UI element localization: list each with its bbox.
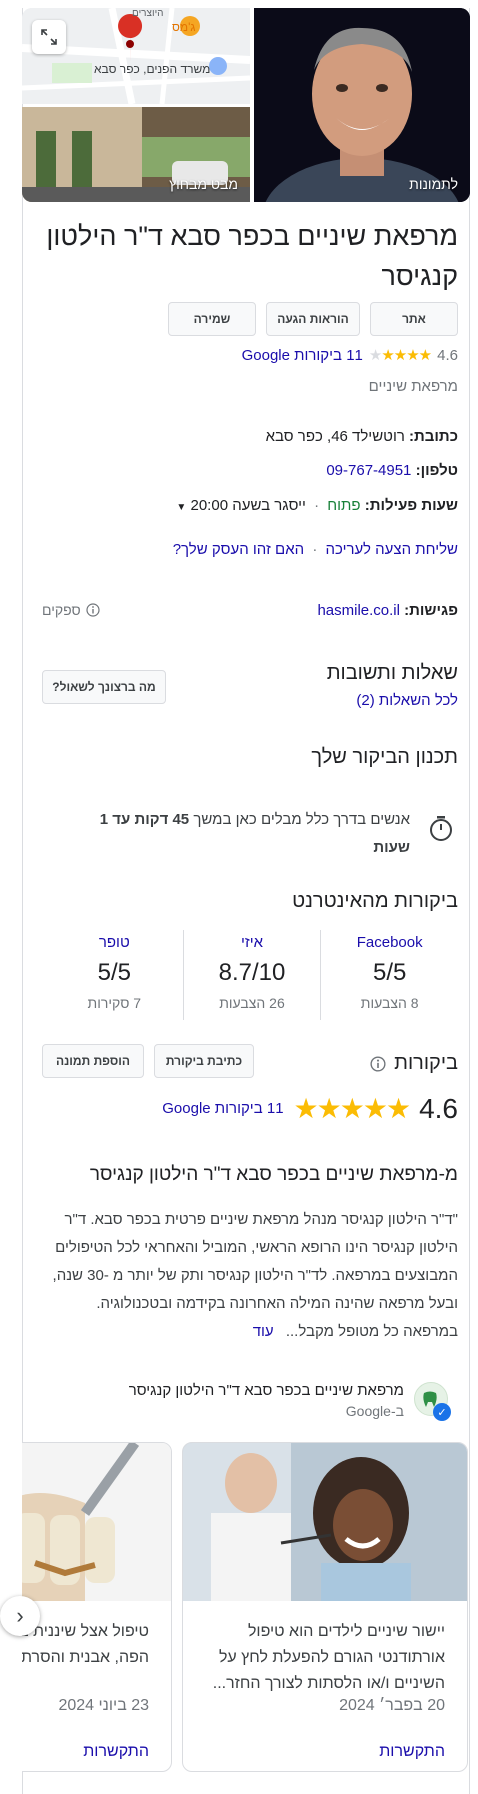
verified-icon: ✓ (433, 1403, 451, 1421)
info-icon (86, 603, 100, 617)
post-date: 23 ביוני 2024 (58, 1697, 149, 1714)
chevron-left-icon: ‹ (16, 1603, 24, 1628)
rating-row: 4.6 ★★★★★ 11 ביקורות Google (242, 346, 458, 365)
post-card[interactable]: טיפול אצל שיננית בשמירת היגיינת הפה, אבנ… (22, 1442, 172, 1772)
reviews-header: ביקורות (370, 1052, 458, 1075)
description-text: "ד"ר הילטון קנגיסר מנהל מרפאת שיניים פרט… (52, 1211, 458, 1340)
source-name[interactable]: טופר (46, 934, 183, 951)
add-photo-button[interactable]: הוספת תמונה (42, 1044, 144, 1078)
info-icon[interactable] (370, 1055, 386, 1072)
source-count: 7 סקירות (87, 995, 142, 1011)
rating-stars-icon: ★★★★★ (293, 1093, 412, 1124)
business-category: מרפאת שיניים (368, 378, 458, 395)
post-card[interactable]: יישור שיניים לילדים הוא טיפול אורתודנטי … (182, 1442, 468, 1772)
save-button[interactable]: שמירה (168, 302, 256, 336)
web-review-source[interactable]: Facebook 5/5 8 הצבעות (320, 930, 458, 1020)
post-text: יישור שיניים לילדים הוא טיפול אורתודנטי … (212, 1623, 445, 1692)
source-name[interactable]: איזי (184, 934, 321, 951)
web-review-source[interactable]: איזי 8.7/10 26 הצבעות (182, 930, 321, 1020)
post-text: טיפול אצל שיננית בשמירת היגיינת הפה, אבנ… (22, 1623, 149, 1666)
appointments-row: פגישות: hasmile.co.il (317, 602, 458, 619)
expand-icon (41, 29, 57, 45)
street-view-caption: מבט מבחוץ (169, 176, 238, 192)
separator-dot: · (312, 541, 318, 558)
more-link[interactable]: עוד (253, 1323, 274, 1340)
chevron-down-icon: ▼ (176, 502, 187, 513)
posts-carousel: יישור שיניים לילדים הוא טיפול אורתודנטי … (22, 1442, 478, 1772)
source-count: 26 הצבעות (219, 995, 285, 1011)
source-score: 8.7/10 (218, 959, 286, 986)
street-view-thumbnail[interactable]: מבט מבחוץ (22, 107, 250, 202)
post-image-child-dentist (183, 1443, 467, 1601)
website-button[interactable]: אתר (370, 302, 458, 336)
from-business-title: מ-מרפאת שיניים בכפר סבא ד"ר הילטון קנגיס… (89, 1164, 458, 1185)
overall-rating: 4.6 ★★★★★ 11 ביקורות Google (162, 1092, 458, 1125)
business-title: מרפאת שיניים בכפר סבא ד"ר הילטון קנגיסר (46, 221, 458, 291)
visit-text-pre: אנשים בדרך כלל מבלים כאן במשך (189, 811, 410, 828)
hours-close-time: ייסגר בשעה 20:00 (190, 497, 306, 514)
visit-duration-text: אנשים בדרך כלל מבלים כאן במשך 45 דקות עד… (80, 806, 410, 862)
posts-source: ב-Google (345, 1403, 404, 1419)
timer-icon (430, 816, 452, 841)
rating-value: 4.6 (437, 346, 458, 364)
overall-rating-value: 4.6 (419, 1092, 458, 1124)
google-reviews-link[interactable]: 11 ביקורות Google (162, 1100, 283, 1117)
ask-question-button[interactable]: מה ברצונך לשאול? (42, 670, 166, 704)
phone-row: טלפון: 09-767-4951 (326, 462, 458, 479)
carousel-prev-button[interactable]: ‹ (0, 1596, 40, 1636)
visit-title: תכנון הביקור שלך (311, 746, 458, 768)
phone-link[interactable]: 09-767-4951 (326, 462, 411, 479)
source-name[interactable]: Facebook (321, 934, 458, 951)
map-label-office: משרד הפנים, כפר סבא (94, 62, 211, 76)
map-label-street: היוצרים (132, 8, 164, 19)
address-label: כתובת: (409, 428, 458, 445)
posts-business-info: מרפאת שיניים בכפר סבא ד"ר הילטון קנגיסר … (129, 1382, 404, 1419)
providers-label: ספקים (42, 602, 81, 618)
hours-row[interactable]: שעות פעילות: פתוח · ייסגר בשעה 20:00 ▼ (176, 497, 458, 514)
business-logo: ✓ (414, 1382, 451, 1421)
business-description: "ד"ר הילטון קנגיסר מנהל מרפאת שיניים פרט… (43, 1206, 458, 1346)
post-call-link[interactable]: התקשרות (379, 1743, 445, 1761)
own-business-link[interactable]: האם זהו העסק שלך? (173, 541, 304, 558)
address-value: רוטשילד 46, כפר סבא (265, 428, 405, 445)
suggest-edit-link[interactable]: שליחת הצעה לעריכה (325, 541, 458, 558)
map-label-poi: ג'מס (172, 20, 196, 34)
post-date: 20 בפבר׳ 2024 (339, 1697, 445, 1714)
qa-title: שאלות ותשובות (326, 662, 458, 684)
review-buttons: הוספת תמונה כתיבת ביקורת (42, 1044, 254, 1078)
web-review-source[interactable]: טופר 5/5 7 סקירות (46, 930, 183, 1020)
post-image-teeth-cleaning (22, 1443, 171, 1601)
map-thumbnail[interactable]: ג'מס משרד הפנים, כפר סבא היוצרים (22, 8, 250, 104)
photo-main[interactable]: לתמונות (254, 8, 470, 202)
providers-row[interactable]: ספקים (42, 602, 100, 618)
google-reviews-link[interactable]: 11 ביקורות Google (242, 347, 363, 364)
write-review-button[interactable]: כתיבת ביקורת (154, 1044, 254, 1078)
web-reviews-grid: Facebook 5/5 8 הצבעות איזי 8.7/10 26 הצב… (46, 930, 458, 1020)
source-score: 5/5 (97, 959, 131, 986)
expand-map-button[interactable] (32, 20, 66, 54)
source-score: 5/5 (372, 959, 407, 986)
photos-caption: לתמונות (409, 176, 458, 192)
directions-button[interactable]: הוראות הגעה (266, 302, 360, 336)
hours-label: שעות פעילות: (364, 497, 458, 514)
post-call-link[interactable]: התקשרות (83, 1743, 149, 1761)
dentist-portrait-image (254, 8, 470, 202)
posts-business-name: מרפאת שיניים בכפר סבא ד"ר הילטון קנגיסר (128, 1382, 404, 1399)
hours-open-status: פתוח (327, 497, 361, 514)
reviews-title: ביקורות (394, 1052, 458, 1074)
separator-dot: · (314, 497, 320, 514)
action-buttons: אתר הוראות הגעה שמירה (168, 302, 458, 336)
appointments-link[interactable]: hasmile.co.il (317, 602, 400, 619)
photo-gallery: לתמונות ג'מס משרד הפנים, כפר סבא היוצרים (22, 8, 470, 202)
rating-stars-icon: ★★★★★ (368, 347, 432, 364)
edit-links-row: שליחת הצעה לעריכה · האם זהו העסק שלך? (173, 541, 458, 558)
all-questions-link[interactable]: לכל השאלות (2) (356, 692, 458, 709)
posts-business-header: ✓ מרפאת שיניים בכפר סבא ד"ר הילטון קנגיס… (129, 1382, 451, 1421)
appointments-label: פגישות: (404, 602, 458, 619)
phone-label: טלפון: (415, 462, 458, 479)
web-reviews-title: ביקורות מהאינטרנט (292, 890, 458, 912)
address-row: כתובת: רוטשילד 46, כפר סבא (266, 428, 458, 445)
source-count: 8 הצבעות (360, 995, 419, 1011)
